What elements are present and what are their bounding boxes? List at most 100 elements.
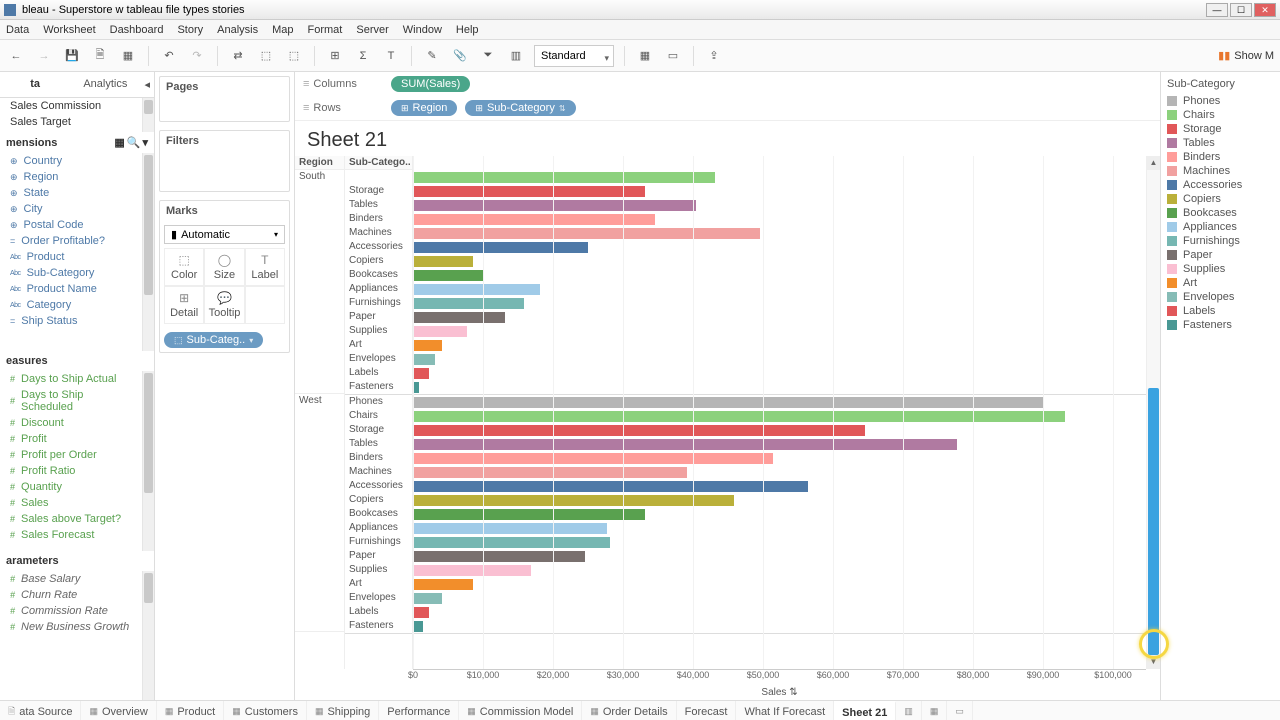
bar[interactable] — [413, 284, 540, 295]
totals-button[interactable]: Σ — [353, 46, 373, 66]
bar[interactable] — [413, 326, 467, 337]
dimension-field[interactable]: Product Name — [0, 281, 142, 297]
rows-shelf[interactable]: Rows ⊞Region ⊞Sub-Category⇅ — [295, 96, 1160, 120]
bar[interactable] — [413, 270, 483, 281]
bar[interactable] — [413, 593, 442, 604]
bar[interactable] — [413, 481, 808, 492]
bar-row[interactable] — [413, 395, 1146, 409]
tab-order-details[interactable]: ▦Order Details — [582, 701, 676, 720]
new-datasource-button[interactable]: 🗎 — [90, 46, 110, 66]
bar-row[interactable] — [413, 310, 1146, 324]
bar-row[interactable] — [413, 507, 1146, 521]
bar-row[interactable] — [413, 268, 1146, 282]
measure-field[interactable]: Sales Forecast — [0, 527, 142, 543]
bar[interactable] — [413, 565, 531, 576]
dimension-field[interactable]: Country — [0, 153, 142, 169]
bar[interactable] — [413, 368, 429, 379]
measure-field[interactable]: Sales above Target? — [0, 511, 142, 527]
parameter-field[interactable]: New Business Growth — [0, 619, 142, 635]
legend-item[interactable]: Phones — [1167, 94, 1274, 108]
back-button[interactable]: ← — [6, 46, 26, 66]
bar[interactable] — [413, 439, 957, 450]
bar-row[interactable] — [413, 254, 1146, 268]
minimize-button[interactable]: — — [1206, 3, 1228, 17]
legend-item[interactable]: Envelopes — [1167, 290, 1274, 304]
bar[interactable] — [413, 172, 715, 183]
legend-item[interactable]: Furnishings — [1167, 234, 1274, 248]
legend-item[interactable]: Paper — [1167, 248, 1274, 262]
share-button[interactable]: ⇪ — [704, 46, 724, 66]
maximize-button[interactable]: ☐ — [1230, 3, 1252, 17]
bar-row[interactable] — [413, 437, 1146, 451]
tab-forecast[interactable]: Forecast — [677, 701, 737, 720]
sort-asc-button[interactable]: ⬚ — [256, 46, 276, 66]
measure-field[interactable]: Quantity — [0, 479, 142, 495]
bar-row[interactable] — [413, 338, 1146, 352]
bar[interactable] — [413, 397, 1043, 408]
measure-field[interactable]: Sales — [0, 495, 142, 511]
pill-subcategory[interactable]: ⊞Sub-Category⇅ — [465, 100, 575, 116]
bar-row[interactable] — [413, 423, 1146, 437]
bar[interactable] — [413, 228, 760, 239]
dimension-field[interactable]: Postal Code — [0, 217, 142, 233]
tab-performance[interactable]: Performance — [379, 701, 459, 720]
dimension-field[interactable]: City — [0, 201, 142, 217]
bar-row[interactable] — [413, 170, 1146, 184]
bar-row[interactable] — [413, 226, 1146, 240]
tooltip-button[interactable]: 💬Tooltip — [204, 286, 244, 324]
parameter-field[interactable]: Churn Rate — [0, 587, 142, 603]
menu-dashboard[interactable]: Dashboard — [110, 24, 164, 36]
save-button[interactable]: 💾 — [62, 46, 82, 66]
close-button[interactable]: ✕ — [1254, 3, 1276, 17]
new-dashboard-button[interactable]: ▦ — [922, 701, 948, 720]
bar-row[interactable] — [413, 605, 1146, 619]
bar-row[interactable] — [413, 549, 1146, 563]
collapse-icon[interactable]: ◂ — [140, 72, 154, 97]
search-icon[interactable]: 🔍 — [127, 136, 141, 149]
bar[interactable] — [413, 242, 588, 253]
new-sheet-button[interactable]: ▦ — [118, 46, 138, 66]
menu-story[interactable]: Story — [177, 24, 203, 36]
sheet-title[interactable]: Sheet 21 — [295, 121, 1160, 156]
bar-row[interactable] — [413, 521, 1146, 535]
label-button[interactable]: TLabel — [245, 248, 285, 286]
bar-row[interactable] — [413, 240, 1146, 254]
detail-button[interactable]: ⊞Detail — [164, 286, 204, 324]
datasource-item[interactable]: Sales Commission — [0, 98, 142, 114]
undo-button[interactable]: ↶ — [159, 46, 179, 66]
menu-worksheet[interactable]: Worksheet — [43, 24, 95, 36]
swap-button[interactable]: ⇄ — [228, 46, 248, 66]
forward-button[interactable]: → — [34, 46, 54, 66]
tab-analytics[interactable]: Analytics — [70, 72, 140, 97]
scrollbar-thumb[interactable] — [144, 100, 153, 114]
bar-row[interactable] — [413, 366, 1146, 380]
bar[interactable] — [413, 509, 645, 520]
dimension-field[interactable]: Ship Status — [0, 313, 142, 329]
bar-row[interactable] — [413, 451, 1146, 465]
chart-area[interactable] — [413, 156, 1146, 669]
dimension-field[interactable]: Region — [0, 169, 142, 185]
tab-data[interactable]: ta — [0, 72, 70, 97]
present-button[interactable]: ▭ — [663, 46, 683, 66]
new-story-button[interactable]: ▭ — [947, 701, 973, 720]
bar[interactable] — [413, 256, 473, 267]
measure-field[interactable]: Days to Ship Actual — [0, 371, 142, 387]
bar-row[interactable] — [413, 296, 1146, 310]
dimension-field[interactable]: Order Profitable? — [0, 233, 142, 249]
bar-row[interactable] — [413, 380, 1146, 394]
tab-whatif[interactable]: What If Forecast — [736, 701, 834, 720]
scroll-down-icon[interactable]: ▼ — [1147, 655, 1160, 669]
menu-data[interactable]: Data — [6, 24, 29, 36]
pill-sum-sales[interactable]: SUM(Sales) — [391, 76, 470, 92]
dimension-field[interactable]: Category — [0, 297, 142, 313]
pill-region[interactable]: ⊞Region — [391, 100, 457, 116]
bar-row[interactable] — [413, 324, 1146, 338]
scrollbar-thumb[interactable] — [144, 373, 153, 493]
bar-row[interactable] — [413, 198, 1146, 212]
color-pill-subcategory[interactable]: ⬚Sub-Categ..▾ — [164, 332, 263, 348]
filter-icon[interactable]: ⏷ — [478, 46, 498, 66]
fit-select[interactable]: Standard — [534, 45, 614, 67]
tab-customers[interactable]: ▦Customers — [224, 701, 307, 720]
tab-commission[interactable]: ▦Commission Model — [459, 701, 582, 720]
bar-row[interactable] — [413, 212, 1146, 226]
